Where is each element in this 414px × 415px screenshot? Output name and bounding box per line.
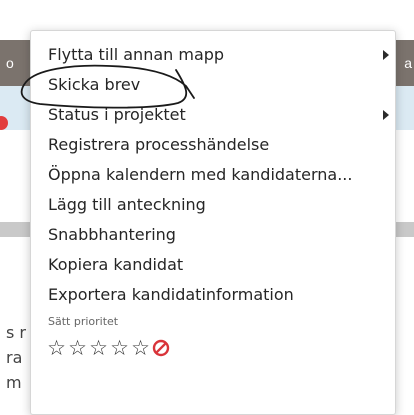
background-edge-glyph-left: o	[6, 55, 14, 71]
star-icon[interactable]: ☆	[67, 337, 88, 359]
menu-item-project-status[interactable]: Status i projektet	[31, 100, 395, 130]
background-text-fragment: m	[6, 373, 22, 392]
menu-item-add-note[interactable]: Lägg till anteckning	[31, 190, 395, 220]
menu-item-label: Lägg till anteckning	[48, 195, 206, 214]
menu-item-register-process-event[interactable]: Registrera processhändelse	[31, 130, 395, 160]
background-edge-glyph-right: a	[404, 55, 412, 71]
menu-item-label: Snabbhantering	[48, 225, 176, 244]
menu-item-copy-candidate[interactable]: Kopiera kandidat	[31, 250, 395, 280]
context-menu: Flytta till annan mapp Skicka brev Statu…	[30, 30, 396, 415]
background-text-fragment: s r	[6, 323, 26, 342]
menu-item-label: Öppna kalendern med kandidaterna...	[48, 165, 353, 184]
menu-item-open-calendar[interactable]: Öppna kalendern med kandidaterna...	[31, 160, 395, 190]
background-text-fragment: ra	[6, 348, 23, 367]
menu-item-label: Skicka brev	[48, 75, 141, 94]
no-entry-icon[interactable]	[152, 339, 170, 357]
menu-item-label: Registrera processhändelse	[48, 135, 270, 154]
menu-item-label: Flytta till annan mapp	[48, 45, 225, 64]
star-icon[interactable]: ☆	[130, 337, 151, 359]
menu-item-label: Kopiera kandidat	[48, 255, 184, 274]
priority-section-label: Sätt prioritet	[48, 315, 119, 328]
star-icon[interactable]: ☆	[46, 337, 67, 359]
submenu-arrow-icon	[383, 110, 389, 120]
star-icon[interactable]: ☆	[88, 337, 109, 359]
menu-item-move-to-folder[interactable]: Flytta till annan mapp	[31, 40, 395, 70]
menu-item-label: Status i projektet	[48, 105, 186, 124]
priority-stars: ☆ ☆ ☆ ☆ ☆	[31, 334, 395, 362]
menu-item-quick-handling[interactable]: Snabbhantering	[31, 220, 395, 250]
menu-item-send-letter[interactable]: Skicka brev	[31, 70, 395, 100]
menu-item-label: Exportera kandidatinformation	[48, 285, 294, 304]
submenu-arrow-icon	[383, 50, 389, 60]
menu-item-export-candidate-info[interactable]: Exportera kandidatinformation	[31, 280, 395, 310]
star-icon[interactable]: ☆	[109, 337, 130, 359]
